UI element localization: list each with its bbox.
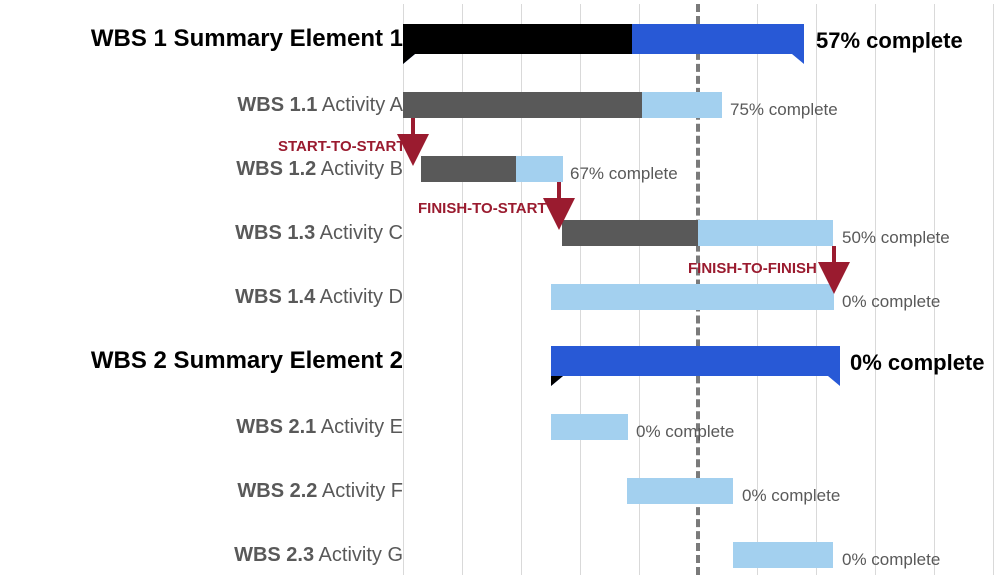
- dep-label-ss: START-TO-START: [278, 138, 406, 155]
- dependency-arrows: [0, 0, 1000, 579]
- gantt-chart: WBS 1 Summary Element 1 57% complete WBS…: [0, 0, 1000, 579]
- dep-label-fs: FINISH-TO-START: [418, 200, 547, 217]
- dep-label-ff: FINISH-TO-FINISH: [688, 260, 817, 277]
